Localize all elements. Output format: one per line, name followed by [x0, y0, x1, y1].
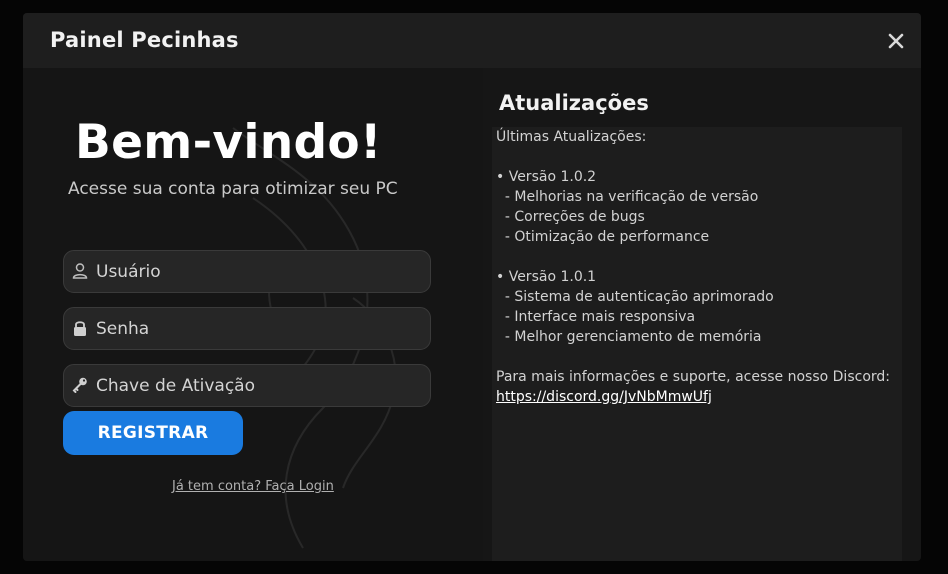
password-input[interactable]	[96, 308, 416, 349]
updates-line: - Correções de bugs	[496, 209, 645, 225]
username-field[interactable]	[63, 250, 431, 293]
updates-line: - Sistema de autenticação aprimorado	[496, 289, 774, 305]
username-input[interactable]	[96, 251, 416, 292]
discord-link[interactable]: https://discord.gg/JvNbMmwUfj	[496, 389, 712, 405]
updates-textbox[interactable]: Últimas Atualizações: • Versão 1.0.2 - M…	[492, 127, 902, 561]
register-button[interactable]: REGISTRAR	[63, 411, 243, 455]
login-window: Painel Pecinhas Bem-vindo! Acesse sua co…	[23, 13, 921, 561]
updates-title: Atualizações	[499, 91, 649, 115]
updates-line	[496, 347, 898, 367]
updates-line: • Versão 1.0.2	[496, 169, 597, 185]
updates-line: Para mais informações e suporte, acesse …	[496, 369, 890, 385]
updates-line	[496, 147, 898, 167]
updates-line: • Versão 1.0.1	[496, 269, 597, 285]
updates-line: - Melhor gerenciamento de memória	[496, 329, 762, 345]
updates-line: - Melhorias na verificação de versão	[496, 189, 759, 205]
updates-line	[496, 247, 898, 267]
password-field[interactable]	[63, 307, 431, 350]
login-panel: Bem-vindo! Acesse sua conta para otimiza…	[23, 68, 483, 561]
activation-key-input[interactable]	[96, 365, 416, 406]
login-link[interactable]: Já tem conta? Faça Login	[172, 479, 334, 494]
title-bar: Painel Pecinhas	[23, 13, 921, 68]
welcome-heading: Bem-vindo!	[75, 115, 382, 170]
window-title: Painel Pecinhas	[50, 28, 239, 52]
activation-key-field[interactable]	[63, 364, 431, 407]
updates-line: - Otimização de performance	[496, 229, 710, 245]
updates-line: - Interface mais responsiva	[496, 309, 696, 325]
key-icon	[71, 376, 89, 394]
lock-icon	[71, 319, 89, 337]
user-icon	[71, 262, 89, 280]
close-icon[interactable]	[887, 32, 905, 50]
login-subtitle: Acesse sua conta para otimizar seu PC	[68, 179, 398, 199]
updates-line: Últimas Atualizações:	[496, 129, 647, 145]
